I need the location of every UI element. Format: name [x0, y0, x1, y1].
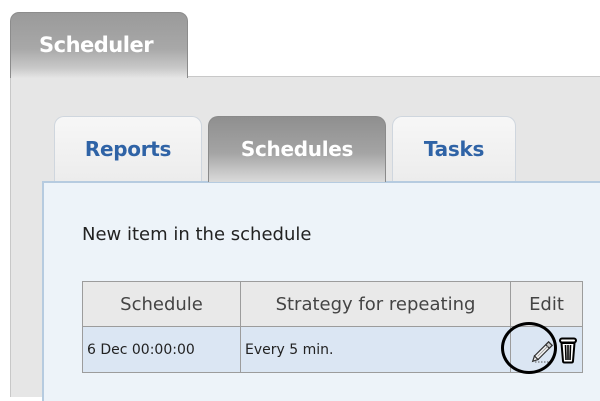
tab-reports-label: Reports: [84, 137, 172, 161]
schedule-table: Schedule Strategy for repeating Edit 6 D…: [82, 281, 583, 373]
cell-edit: [510, 326, 583, 373]
tab-scheduler[interactable]: Scheduler: [10, 12, 188, 78]
pencil-icon[interactable]: [529, 335, 559, 365]
column-header-strategy[interactable]: Strategy for repeating: [240, 281, 511, 327]
column-header-schedule[interactable]: Schedule: [82, 281, 241, 327]
top-strip: [0, 0, 600, 12]
column-header-edit: Edit: [510, 281, 583, 327]
trash-icon[interactable]: [557, 336, 579, 364]
table-header-row: Schedule Strategy for repeating Edit: [82, 281, 583, 327]
tab-reports[interactable]: Reports: [54, 116, 202, 182]
tab-schedules-label: Schedules: [240, 137, 354, 161]
tab-tasks-label: Tasks: [423, 137, 485, 161]
tab-scheduler-label: Scheduler: [39, 33, 154, 57]
tab-tasks[interactable]: Tasks: [392, 116, 516, 182]
tab-schedules[interactable]: Schedules: [208, 116, 386, 182]
cell-strategy: Every 5 min.: [240, 326, 511, 373]
table-row[interactable]: 6 Dec 00:00:00 Every 5 min.: [82, 326, 583, 373]
section-title: New item in the schedule: [82, 224, 312, 245]
cell-schedule: 6 Dec 00:00:00: [82, 326, 241, 373]
